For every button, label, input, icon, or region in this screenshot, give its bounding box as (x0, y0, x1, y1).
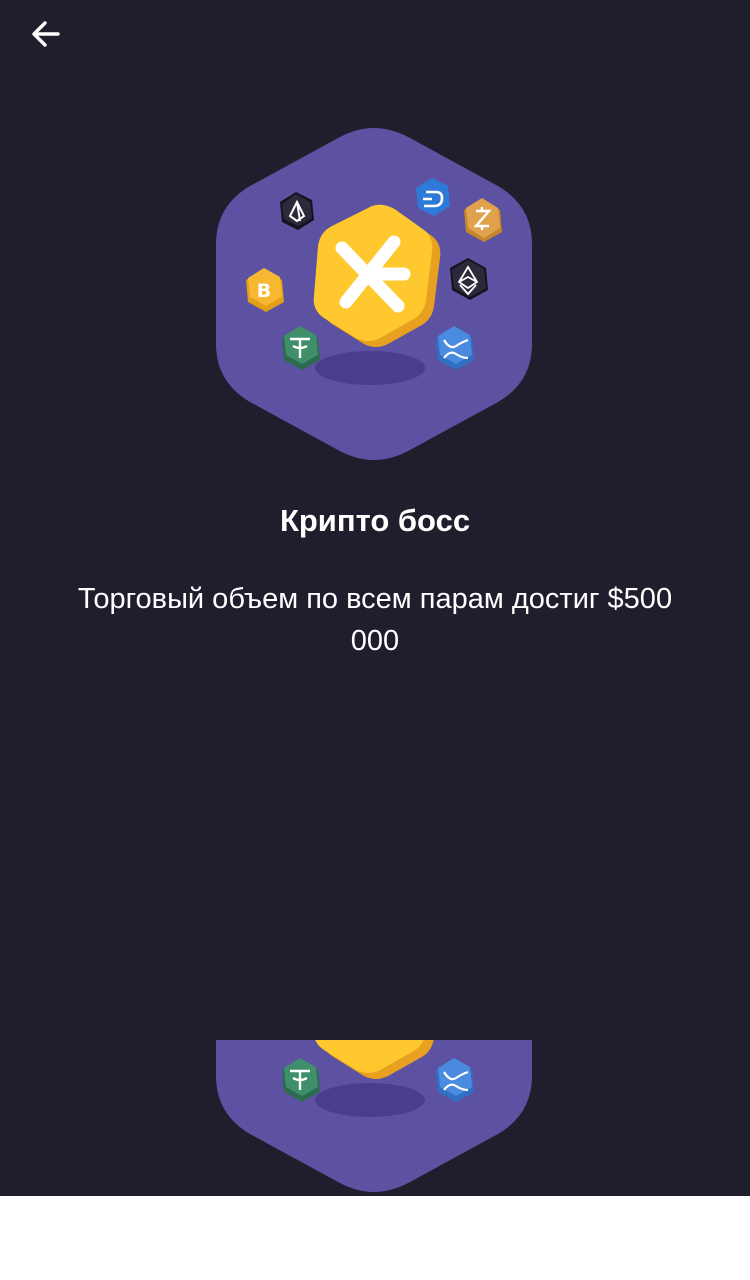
back-button[interactable] (22, 12, 70, 56)
achievement-description: Торговый объем по всем парам достиг $500… (77, 583, 673, 657)
achievement-badge: B (214, 124, 534, 464)
achievement-screen: B Крипто босс Торговый объем по всем пар… (0, 0, 750, 1196)
achievement-title: Крипто босс (279, 503, 471, 538)
arrow-left-icon (32, 21, 60, 47)
next-badge-preview (214, 1040, 534, 1196)
badge-illustration-icon (216, 1040, 532, 1192)
crypto-boss-badge-icon: B (216, 128, 532, 460)
svg-text:B: B (257, 280, 271, 302)
bottom-area (0, 1196, 750, 1280)
